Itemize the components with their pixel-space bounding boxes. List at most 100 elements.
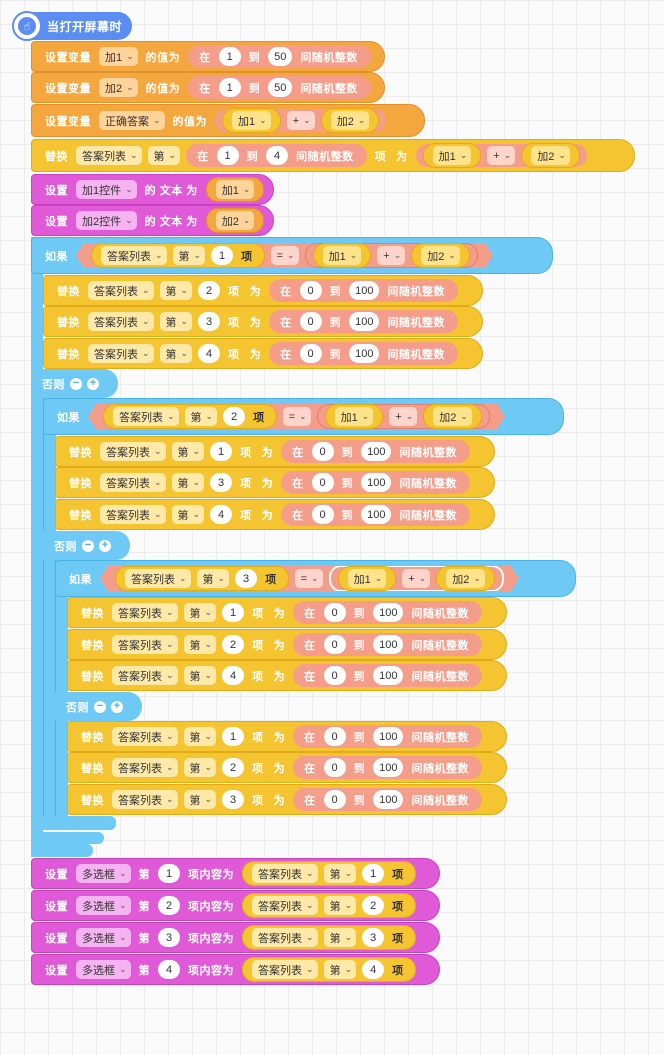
list-dropdown[interactable]: 答案列表 ⌄ bbox=[252, 960, 318, 979]
plus-icon[interactable]: + bbox=[87, 377, 99, 390]
list-dropdown[interactable]: 答案列表 ⌄ bbox=[252, 896, 318, 915]
var-dropdown[interactable]: 加1 ⌄ bbox=[323, 246, 362, 265]
var-dropdown[interactable]: 加2 ⌄ bbox=[446, 569, 485, 588]
number-input[interactable]: 2 bbox=[198, 281, 221, 300]
number-input[interactable]: 0 bbox=[323, 635, 346, 654]
list-item-reporter[interactable]: 答案列表 ⌄ 第 ⌄ 3 项 bbox=[242, 925, 416, 950]
number-input[interactable]: 100 bbox=[373, 790, 404, 809]
number-input[interactable]: 100 bbox=[373, 635, 404, 654]
list-replace-block[interactable]: 替换 答案列表 ⌄ 第 ⌄ 4 项 为 在 0 到 100 间随机整数 bbox=[67, 660, 507, 691]
index-mode-dropdown[interactable]: 第 ⌄ bbox=[323, 896, 357, 915]
control-dropdown[interactable]: 多选框 ⌄ bbox=[76, 864, 131, 883]
var-dropdown[interactable]: 加2 ⌄ bbox=[433, 407, 472, 426]
list-replace-block[interactable]: 替换 答案列表 ⌄ 第 ⌄ 1 项 为 在 0 到 100 间随机整数 bbox=[67, 597, 507, 628]
when-screen-opens-hat-block[interactable]: ☝ 当打开屏幕时 bbox=[12, 11, 132, 41]
number-input[interactable]: 1 bbox=[211, 246, 233, 265]
list-replace-block[interactable]: 替换 答案列表 ⌄ 第 ⌄ 在 1 到 4 间随机整数 项 为 加1 ⌄ + ⌄ 加2 ⌄ bbox=[31, 139, 635, 172]
random-int-block[interactable]: 在 0 到 100 间随机整数 bbox=[293, 788, 482, 811]
list-replace-block[interactable]: 替换 答案列表 ⌄ 第 ⌄ 1 项 为 在 0 到 100 间随机整数 bbox=[67, 721, 507, 752]
variable-dropdown[interactable]: 正确答案 ⌄ bbox=[99, 111, 165, 130]
index-mode-dropdown[interactable]: 第 ⌄ bbox=[323, 928, 357, 947]
index-mode-dropdown[interactable]: 第 ⌄ bbox=[183, 790, 217, 809]
add-block[interactable]: 加1 ⌄ + ⌄ 加2 ⌄ bbox=[415, 143, 587, 168]
list-dropdown[interactable]: 答案列表 ⌄ bbox=[252, 864, 318, 883]
number-input[interactable]: 2 bbox=[223, 407, 245, 426]
number-input[interactable]: 100 bbox=[349, 344, 380, 363]
list-dropdown[interactable]: 答案列表 ⌄ bbox=[252, 928, 318, 947]
number-input[interactable]: 4 bbox=[222, 666, 245, 685]
variable-dropdown[interactable]: 加2 ⌄ bbox=[99, 78, 138, 97]
number-input[interactable]: 1 bbox=[210, 442, 233, 461]
list-item-reporter[interactable]: 答案列表 ⌄ 第 ⌄ 4 项 bbox=[242, 957, 416, 982]
number-input[interactable]: 3 bbox=[222, 790, 245, 809]
number-input[interactable]: 4 bbox=[362, 960, 385, 979]
random-int-block[interactable]: 在 0 到 100 间随机整数 bbox=[281, 440, 470, 463]
number-input[interactable]: 100 bbox=[349, 281, 380, 300]
list-item-reporter[interactable]: 答案列表 ⌄ 第 ⌄ 2 项 bbox=[242, 893, 416, 918]
set-option-content-block[interactable]: 设置 多选框 ⌄ 第 3 项内容为 答案列表 ⌄ 第 ⌄ 3 项 bbox=[31, 922, 440, 953]
operator-dropdown[interactable]: + ⌄ bbox=[402, 569, 430, 588]
add-block[interactable]: 加1 ⌄ + ⌄ 加2 ⌄ bbox=[215, 108, 387, 133]
var-dropdown[interactable]: 加1 ⌄ bbox=[215, 180, 255, 199]
random-int-block[interactable]: 在 0 到 100 间随机整数 bbox=[269, 342, 458, 365]
if-header[interactable]: 如果 答案列表 ⌄ 第 ⌄ 1 项 = ⌄ 加1 ⌄ + ⌄ 加2 ⌄ bbox=[31, 237, 553, 274]
random-int-block[interactable]: 在 0 到 100 间随机整数 bbox=[269, 310, 458, 333]
control-dropdown[interactable]: 多选框 ⌄ bbox=[76, 928, 131, 947]
list-dropdown[interactable]: 答案列表 ⌄ bbox=[113, 407, 179, 426]
add-block[interactable]: 加1 ⌄ + ⌄ 加2 ⌄ bbox=[305, 243, 478, 268]
number-input[interactable]: 4 bbox=[158, 960, 181, 979]
random-int-block[interactable]: 在 0 到 100 间随机整数 bbox=[293, 633, 482, 656]
list-replace-block[interactable]: 替换 答案列表 ⌄ 第 ⌄ 3 项 为 在 0 到 100 间随机整数 bbox=[55, 467, 495, 498]
index-mode-dropdown[interactable]: 第 ⌄ bbox=[159, 312, 193, 331]
set-variable-block[interactable]: 设置变量 加2 ⌄ 的值为 在 1 到 50 间随机整数 bbox=[31, 72, 385, 103]
number-input[interactable]: 1 bbox=[222, 603, 245, 622]
equals-condition[interactable]: 答案列表 ⌄ 第 ⌄ 3 项 = ⌄ 加1 ⌄ + ⌄ 加2 ⌄ bbox=[100, 566, 519, 591]
list-dropdown[interactable]: 答案列表 ⌄ bbox=[125, 569, 191, 588]
var-reporter[interactable]: 加1 ⌄ bbox=[325, 404, 384, 429]
minus-icon[interactable]: − bbox=[94, 700, 106, 713]
list-dropdown[interactable]: 答案列表 ⌄ bbox=[112, 603, 178, 622]
list-dropdown[interactable]: 答案列表 ⌄ bbox=[101, 246, 167, 265]
list-replace-block[interactable]: 替换 答案列表 ⌄ 第 ⌄ 2 项 为 在 0 到 100 间随机整数 bbox=[67, 752, 507, 783]
random-int-block[interactable]: 在 0 到 100 间随机整数 bbox=[293, 725, 482, 748]
random-int-block[interactable]: 在 0 到 100 间随机整数 bbox=[293, 756, 482, 779]
operator-dropdown[interactable]: + ⌄ bbox=[286, 111, 315, 130]
index-mode-dropdown[interactable]: 第 ⌄ bbox=[171, 442, 205, 461]
equals-condition[interactable]: 答案列表 ⌄ 第 ⌄ 2 项 = ⌄ 加1 ⌄ + ⌄ 加2 ⌄ bbox=[88, 404, 505, 429]
add-block[interactable]: 加1 ⌄ + ⌄ 加2 ⌄ bbox=[317, 404, 490, 429]
index-mode-dropdown[interactable]: 第 ⌄ bbox=[183, 603, 217, 622]
list-dropdown[interactable]: 答案列表 ⌄ bbox=[100, 505, 166, 524]
number-input[interactable]: 4 bbox=[210, 505, 233, 524]
control-dropdown[interactable]: 加1控件 ⌄ bbox=[76, 180, 137, 199]
var-reporter[interactable]: 加1 ⌄ bbox=[422, 143, 482, 168]
number-input[interactable]: 2 bbox=[222, 758, 245, 777]
list-item-reporter[interactable]: 答案列表 ⌄ 第 ⌄ 3 项 bbox=[115, 566, 289, 591]
list-dropdown[interactable]: 答案列表 ⌄ bbox=[88, 312, 154, 331]
list-dropdown[interactable]: 答案列表 ⌄ bbox=[112, 727, 178, 746]
list-dropdown[interactable]: 答案列表 ⌄ bbox=[76, 146, 142, 165]
number-input[interactable]: 4 bbox=[266, 146, 289, 165]
list-replace-block[interactable]: 替换 答案列表 ⌄ 第 ⌄ 3 项 为 在 0 到 100 间随机整数 bbox=[67, 784, 507, 815]
random-int-block[interactable]: 在 1 到 50 间随机整数 bbox=[188, 76, 371, 99]
if-header[interactable]: 如果 答案列表 ⌄ 第 ⌄ 2 项 = ⌄ 加1 ⌄ + ⌄ 加2 ⌄ bbox=[43, 398, 564, 435]
number-input[interactable]: 1 bbox=[218, 78, 241, 97]
var-dropdown[interactable]: 加2 ⌄ bbox=[421, 246, 460, 265]
index-mode-dropdown[interactable]: 第 ⌄ bbox=[159, 344, 193, 363]
set-option-content-block[interactable]: 设置 多选框 ⌄ 第 4 项内容为 答案列表 ⌄ 第 ⌄ 4 项 bbox=[31, 954, 440, 985]
random-int-block[interactable]: 在 0 到 100 间随机整数 bbox=[281, 503, 470, 526]
index-mode-dropdown[interactable]: 第 ⌄ bbox=[183, 758, 217, 777]
index-mode-dropdown[interactable]: 第 ⌄ bbox=[183, 635, 217, 654]
plus-icon[interactable]: + bbox=[111, 700, 123, 713]
var-reporter[interactable]: 加1 ⌄ bbox=[313, 243, 372, 268]
number-input[interactable]: 50 bbox=[268, 78, 293, 97]
list-dropdown[interactable]: 答案列表 ⌄ bbox=[112, 758, 178, 777]
minus-icon[interactable]: − bbox=[70, 377, 82, 390]
set-variable-block[interactable]: 设置变量 加1 ⌄ 的值为 在 1 到 50 间随机整数 bbox=[31, 41, 385, 72]
index-mode-dropdown[interactable]: 第 ⌄ bbox=[185, 407, 218, 426]
var-dropdown[interactable]: 加2 ⌄ bbox=[531, 146, 570, 165]
compare-dropdown[interactable]: = ⌄ bbox=[295, 569, 323, 588]
number-input[interactable]: 2 bbox=[362, 896, 385, 915]
number-input[interactable]: 100 bbox=[361, 442, 392, 461]
number-input[interactable]: 2 bbox=[222, 635, 245, 654]
number-input[interactable]: 100 bbox=[373, 758, 404, 777]
